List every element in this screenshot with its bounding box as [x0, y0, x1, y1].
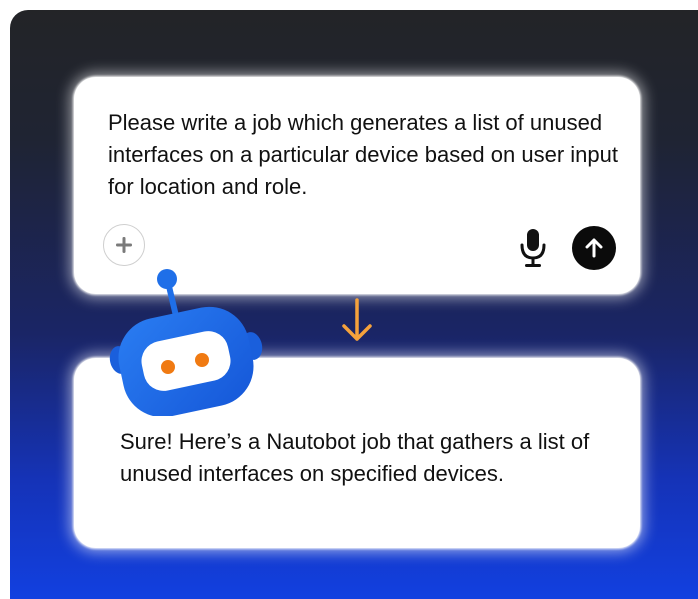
- app-canvas: Please write a job which generates a lis…: [10, 10, 698, 599]
- reply-text[interactable]: Sure! Here’s a Nautobot job that gathers…: [120, 426, 620, 490]
- prompt-card: Please write a job which generates a lis…: [74, 77, 640, 294]
- send-button[interactable]: [572, 226, 616, 270]
- microphone-icon: [520, 229, 546, 267]
- robot-icon: [109, 269, 263, 416]
- arrow-down-icon: [342, 298, 372, 341]
- voice-input-button[interactable]: [518, 227, 548, 269]
- prompt-text[interactable]: Please write a job which generates a lis…: [108, 107, 618, 203]
- add-attachment-button[interactable]: [103, 224, 145, 266]
- arrow-up-icon: [585, 238, 603, 258]
- plus-icon: [116, 237, 132, 253]
